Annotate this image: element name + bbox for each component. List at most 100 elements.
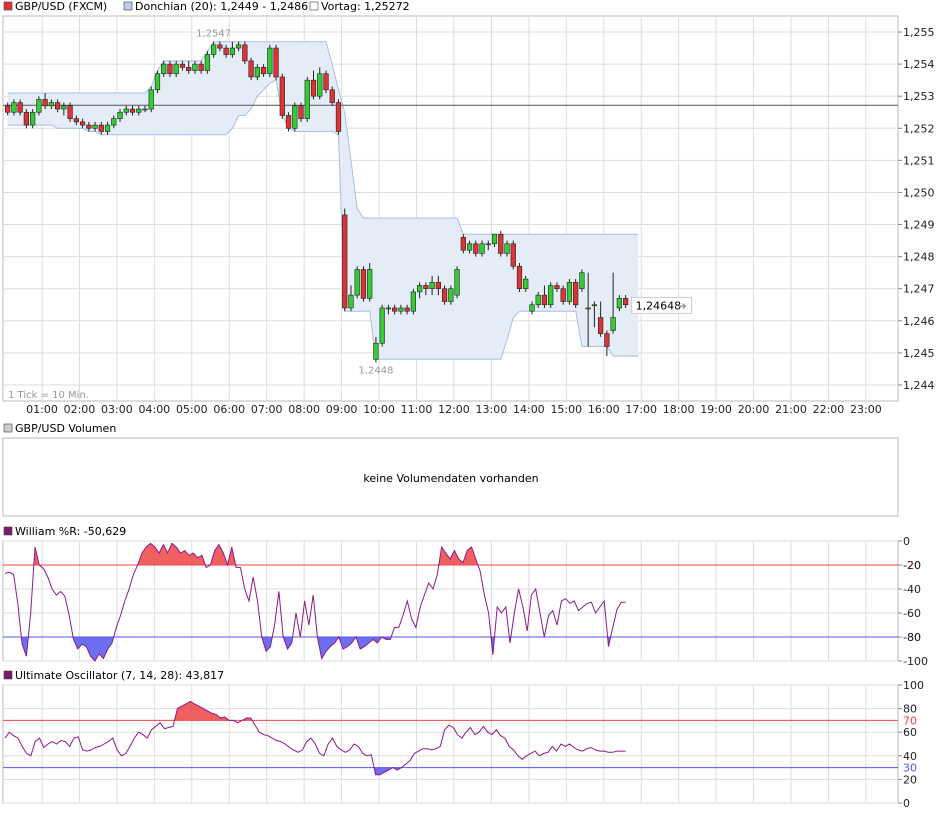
candle-body — [435, 281, 441, 290]
candle-body — [23, 111, 30, 126]
candle-body — [348, 294, 354, 309]
candle-body — [523, 278, 529, 290]
candle-body — [104, 124, 111, 132]
candle-body — [516, 265, 523, 290]
price-tick-label: 1,244 — [903, 379, 935, 392]
candle — [279, 73, 285, 119]
price-tick-label: 1,249 — [903, 219, 935, 232]
candle-body — [466, 243, 473, 251]
candle-body — [173, 63, 179, 75]
candle-body — [392, 307, 398, 312]
price-tick-label: 1,250 — [903, 186, 935, 199]
candle-body — [54, 102, 61, 110]
candle — [204, 51, 211, 74]
candle-body — [373, 342, 379, 360]
candle-body — [560, 288, 566, 302]
candle-body — [67, 105, 73, 119]
candle-body — [79, 121, 86, 126]
volume-empty-message: keine Volumendaten vorhanden — [363, 472, 538, 485]
time-tick-label: 13:00 — [476, 403, 508, 416]
price-tick-label: 1,253 — [903, 90, 935, 103]
candle-body — [267, 47, 273, 75]
time-tick-label: 15:00 — [550, 403, 582, 416]
time-tick-label: 06:00 — [213, 403, 245, 416]
price-tick-label: 1,248 — [903, 251, 935, 264]
candle-body — [379, 307, 385, 344]
candle-body — [485, 243, 491, 246]
time-tick-label: 21:00 — [775, 403, 807, 416]
candle-body — [541, 294, 548, 306]
candle — [566, 279, 573, 305]
candle-body — [279, 76, 285, 116]
osc-tick-label: 100 — [903, 679, 924, 692]
candle-body — [260, 67, 267, 75]
candle — [148, 86, 154, 113]
osc-tick-label: 40 — [903, 750, 917, 763]
last-price-tag: 1,24648 ➜ — [631, 296, 693, 314]
osc-tick-label: 0 — [903, 535, 910, 548]
candle-body — [573, 281, 579, 306]
candle-body — [416, 285, 423, 293]
candle-body — [554, 285, 560, 290]
candle — [292, 102, 298, 132]
candle-body — [460, 237, 466, 251]
candle-body — [598, 317, 604, 334]
candle-body — [117, 111, 123, 119]
candle-body — [198, 63, 204, 71]
time-tick-label: 19:00 — [700, 403, 732, 416]
osc-tick-label: -40 — [903, 583, 921, 596]
candle-body — [298, 105, 304, 119]
candle-body — [591, 304, 598, 307]
candle-body — [273, 47, 279, 78]
candle-body — [473, 243, 479, 254]
candle — [454, 266, 460, 299]
candle-body — [11, 102, 17, 113]
candle-body — [123, 108, 129, 113]
candle-body — [285, 115, 292, 129]
candle-body — [148, 89, 154, 110]
candle-body — [92, 124, 98, 129]
candle-body — [504, 243, 510, 254]
williams-title: William %R: -50,629 — [15, 525, 126, 538]
candle-body — [154, 73, 161, 91]
candle-body — [292, 105, 298, 129]
last-price-value: 1,24648 — [636, 299, 682, 312]
candle — [379, 304, 385, 347]
candle-body — [242, 44, 248, 62]
candle-body — [17, 102, 23, 113]
legend-swatch-main — [3, 1, 13, 11]
time-tick-label: 03:00 — [101, 403, 133, 416]
low-marker-label: 1,2448 — [358, 365, 393, 376]
osc-tick-label: 0 — [903, 797, 910, 810]
last-price-arrow: ➜ — [678, 299, 687, 312]
candle — [354, 266, 360, 299]
time-tick-label: 16:00 — [588, 403, 620, 416]
legend-main-symbol: GBP/USD (FXCM) — [15, 0, 107, 13]
legend-vortag: Vortag: 1,25272 — [321, 0, 410, 13]
candle-body — [161, 63, 167, 75]
candle-body — [622, 298, 629, 306]
candle-body — [248, 60, 254, 78]
time-tick-label: 09:00 — [326, 403, 358, 416]
price-tick-label: 1,252 — [903, 122, 935, 135]
candle-body — [5, 105, 11, 113]
time-tick-label: 01:00 — [26, 403, 58, 416]
candle — [360, 266, 367, 302]
candle-body — [535, 294, 541, 306]
time-tick-label: 05:00 — [176, 403, 208, 416]
candle-body — [42, 99, 48, 107]
candle-body — [604, 333, 610, 347]
chart-canvas: 1,244 1,245 1,246 1,247 1,248 1,249 1,250 1,251… — [2, 0, 935, 810]
price-y-axis: 1,244 1,245 1,246 1,247 1,248 1,249 1,250 1,251… — [898, 26, 935, 392]
candle-body — [479, 243, 485, 254]
time-tick-label: 18:00 — [663, 403, 695, 416]
candle-body — [579, 272, 585, 290]
candle-body — [229, 47, 235, 55]
candle-body — [129, 108, 136, 113]
price-legend: GBP/USD (FXCM) Donchian (20): 1,2449 - 1… — [3, 0, 410, 13]
candle-body — [398, 307, 404, 312]
candle-body — [429, 281, 435, 290]
candle-body — [217, 44, 223, 49]
volume-panel: GBP/USD Volumen keine Volumendaten vorha… — [2, 422, 899, 517]
candle-body — [329, 89, 335, 103]
